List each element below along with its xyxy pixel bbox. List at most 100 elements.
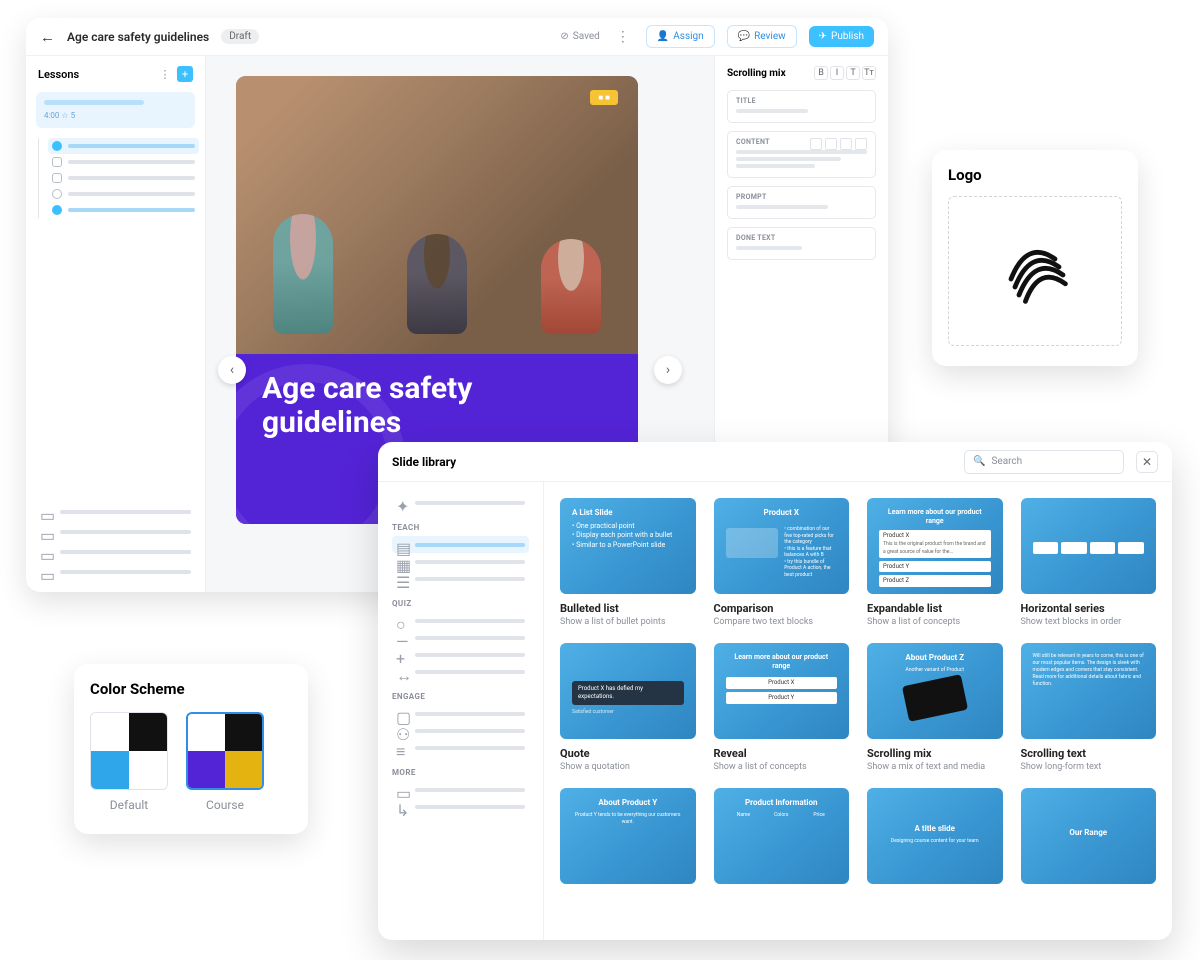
outline-item[interactable] bbox=[48, 202, 199, 218]
library-category: QUIZ bbox=[392, 599, 529, 608]
library-filter-item[interactable]: ▦ bbox=[392, 553, 529, 570]
italic-icon[interactable]: I bbox=[830, 66, 844, 80]
slide-template-tile[interactable]: Will still be relevant in years to come,… bbox=[1021, 643, 1157, 772]
slide-template-tile[interactable]: A title slideDesigning course content fo… bbox=[867, 788, 1003, 884]
color-swatch[interactable] bbox=[90, 712, 168, 790]
outline-item[interactable] bbox=[48, 186, 199, 202]
color-scheme-option[interactable]: Default bbox=[90, 712, 168, 812]
bold-icon[interactable]: B bbox=[814, 66, 828, 80]
library-filter-item[interactable]: ▢ bbox=[392, 705, 529, 722]
slide-hero-image: ■ ■ bbox=[236, 76, 638, 354]
review-button[interactable]: 💬Review bbox=[727, 25, 797, 48]
library-filter-item[interactable]: ☰ bbox=[392, 570, 529, 587]
field-label: DONE TEXT bbox=[736, 234, 867, 242]
library-filter-item[interactable]: ≡ bbox=[392, 739, 529, 756]
library-search-input[interactable]: 🔍 Search bbox=[964, 450, 1124, 474]
case-icon[interactable]: Tт bbox=[862, 66, 876, 80]
template-description: Compare two text blocks bbox=[714, 617, 850, 627]
media-icon: ▭ bbox=[40, 526, 52, 538]
slide-template-tile[interactable]: Learn more about our product rangeProduc… bbox=[714, 643, 850, 772]
tool-icon[interactable] bbox=[825, 138, 837, 150]
template-name: Horizontal series bbox=[1021, 602, 1157, 615]
field-label: PROMPT bbox=[736, 193, 867, 201]
template-description: Show a quotation bbox=[560, 762, 696, 772]
library-grid: A List Slide• One practical point• Displ… bbox=[544, 482, 1172, 940]
publish-button[interactable]: ✈Publish bbox=[809, 26, 874, 47]
slide-type-icon bbox=[52, 205, 62, 215]
dash-icon: — bbox=[396, 632, 407, 643]
footer-item[interactable]: ▭ bbox=[40, 502, 191, 522]
library-filter-all[interactable]: ✦ bbox=[392, 494, 529, 511]
library-filter-item[interactable]: ▤ bbox=[392, 536, 529, 553]
library-filter-item[interactable]: ▭ bbox=[392, 781, 529, 798]
library-filter-item[interactable]: — bbox=[392, 629, 529, 646]
library-filter-item[interactable]: ⚇ bbox=[392, 722, 529, 739]
slide-template-tile[interactable]: Product X• combination of our five top-r… bbox=[714, 498, 850, 627]
color-scheme-option[interactable]: Course bbox=[186, 712, 264, 812]
review-icon: 💬 bbox=[738, 31, 750, 42]
content-field[interactable]: CONTENT bbox=[727, 131, 876, 178]
library-filter-item[interactable]: ○ bbox=[392, 612, 529, 629]
color-swatch[interactable] bbox=[186, 712, 264, 790]
slide-tag: ■ ■ bbox=[590, 90, 618, 105]
slide-template-tile[interactable]: About Product YProduct Y tends to be eve… bbox=[560, 788, 696, 884]
title-field[interactable]: TITLE bbox=[727, 90, 876, 123]
template-thumbnail: A List Slide• One practical point• Displ… bbox=[560, 498, 696, 594]
editor-topbar: ← Age care safety guidelines Draft ⊘ Sav… bbox=[26, 18, 888, 56]
people-icon: ⚇ bbox=[396, 725, 407, 736]
template-description: Show a list of concepts bbox=[867, 617, 1003, 627]
lessons-header: Lessons ⋮ + bbox=[26, 56, 205, 92]
slide-template-tile[interactable]: Product X has defied my expectations.Sat… bbox=[560, 643, 696, 772]
draft-badge: Draft bbox=[221, 29, 259, 44]
outline-item[interactable] bbox=[48, 170, 199, 186]
done-text-field[interactable]: DONE TEXT bbox=[727, 227, 876, 260]
logo-heading: Logo bbox=[948, 166, 1122, 184]
search-placeholder: Search bbox=[991, 456, 1022, 467]
slide-type-icon bbox=[52, 141, 62, 151]
library-filter-item[interactable]: ↔ bbox=[392, 663, 529, 680]
outline-item[interactable] bbox=[48, 138, 199, 154]
template-description: Show text blocks in order bbox=[1021, 617, 1157, 627]
slide-template-tile[interactable]: Learn more about our product rangeProduc… bbox=[867, 498, 1003, 627]
assign-icon: 👤 bbox=[657, 31, 669, 42]
slide-type-icon bbox=[52, 173, 62, 183]
arrows-icon: ↔ bbox=[396, 666, 407, 677]
footer-item[interactable]: ▭ bbox=[40, 562, 191, 582]
tool-icon[interactable] bbox=[840, 138, 852, 150]
template-name: Reveal bbox=[714, 747, 850, 760]
link-icon: ↳ bbox=[396, 801, 407, 812]
slide-template-tile[interactable]: About Product ZAnother variant of Produc… bbox=[867, 643, 1003, 772]
back-arrow-icon[interactable]: ← bbox=[40, 28, 55, 46]
format-toolbar: B I T Tт bbox=[814, 66, 876, 80]
prev-slide-button[interactable]: ‹ bbox=[218, 356, 246, 384]
library-filter-item[interactable]: + bbox=[392, 646, 529, 663]
add-lesson-button[interactable]: + bbox=[177, 66, 193, 82]
more-menu-icon[interactable]: ⋮ bbox=[612, 29, 634, 45]
tool-icon[interactable] bbox=[810, 138, 822, 150]
library-title: Slide library bbox=[392, 455, 456, 469]
prompt-field[interactable]: PROMPT bbox=[727, 186, 876, 219]
assign-button[interactable]: 👤Assign bbox=[646, 25, 715, 48]
next-slide-button[interactable]: › bbox=[654, 356, 682, 384]
list-icon: ▤ bbox=[396, 539, 407, 550]
text-icon[interactable]: T bbox=[846, 66, 860, 80]
template-description: Show a list of bullet points bbox=[560, 617, 696, 627]
logo-upload-slot[interactable] bbox=[948, 196, 1122, 346]
library-filter-item[interactable]: ↳ bbox=[392, 798, 529, 815]
settings-icon: ▭ bbox=[40, 546, 52, 558]
plus-icon: + bbox=[396, 649, 407, 660]
outline-item[interactable] bbox=[48, 154, 199, 170]
slide-type-icon bbox=[52, 157, 62, 167]
slide-template-tile[interactable]: Product InformationNameColorsPrice bbox=[714, 788, 850, 884]
footer-item[interactable]: ▭ bbox=[40, 522, 191, 542]
template-thumbnail: Product X• combination of our five top-r… bbox=[714, 498, 850, 594]
lessons-more-icon[interactable]: ⋮ bbox=[157, 66, 173, 82]
template-thumbnail: Our Range bbox=[1021, 788, 1157, 884]
lesson-card[interactable]: 4:00 ☆ 5 bbox=[36, 92, 195, 128]
slide-template-tile[interactable]: Our Range bbox=[1021, 788, 1157, 884]
footer-item[interactable]: ▭ bbox=[40, 542, 191, 562]
tool-icon[interactable] bbox=[855, 138, 867, 150]
slide-template-tile[interactable]: A List Slide• One practical point• Displ… bbox=[560, 498, 696, 627]
slide-template-tile[interactable]: Horizontal series Show text blocks in ord… bbox=[1021, 498, 1157, 627]
close-button[interactable]: ✕ bbox=[1136, 451, 1158, 473]
